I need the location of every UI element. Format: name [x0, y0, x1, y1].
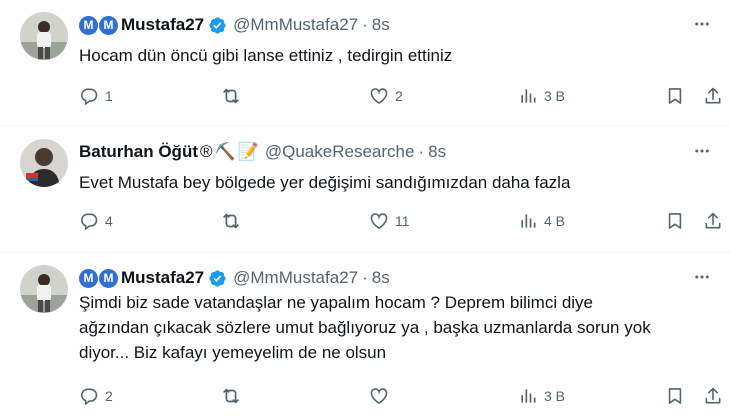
timestamp[interactable]: 8s	[372, 15, 390, 35]
timestamp[interactable]: 8s	[428, 142, 446, 162]
author-name[interactable]: Baturhan Öğüt	[79, 142, 198, 162]
author-handle[interactable]: @QuakeResearche	[265, 142, 415, 162]
reply-icon	[79, 211, 99, 231]
views-icon	[518, 86, 538, 106]
bookmark-button[interactable]	[665, 209, 685, 233]
retweet-button[interactable]	[220, 209, 242, 233]
tweet-text: Evet Mustafa bey bölgede yer değişimi sa…	[79, 173, 571, 192]
tweet[interactable]: M M Mustafa27 @MmMustafa27 · 8s Hocam dü…	[0, 0, 730, 126]
tweet-text-line: Şimdi biz sade vatandaşlar ne yapalım ho…	[79, 293, 594, 312]
share-button[interactable]	[703, 209, 723, 233]
registered-mark: ®	[200, 142, 213, 161]
bookmark-button[interactable]	[665, 384, 685, 408]
bookmark-icon	[665, 86, 685, 106]
like-button[interactable]: 11	[369, 209, 410, 233]
bookmark-button[interactable]	[665, 84, 685, 108]
author-name[interactable]: Mustafa27	[121, 15, 204, 35]
tweet-actions: 2 3 B	[79, 384, 721, 408]
retweet-icon	[220, 210, 242, 232]
pick-emoji: ⛏️	[214, 142, 236, 161]
views-button[interactable]: 4 B	[518, 209, 565, 233]
reply-button[interactable]: 4	[79, 209, 113, 233]
like-count: 2	[395, 88, 403, 104]
profile-badge: M	[79, 268, 98, 288]
author-handle[interactable]: @MmMustafa27	[233, 268, 358, 288]
share-button[interactable]	[703, 84, 723, 108]
reply-count: 4	[105, 213, 113, 229]
reply-count: 1	[105, 88, 113, 104]
reply-button[interactable]: 2	[79, 384, 113, 408]
views-button[interactable]: 3 B	[518, 384, 565, 408]
share-icon	[703, 386, 723, 406]
tweet-text: Şimdi biz sade vatandaşlar ne yapalım ho…	[79, 290, 706, 365]
tweet-text-line: ağzından çıkacak sözlere umut bağlıyoruz…	[79, 318, 651, 337]
retweet-icon	[220, 85, 242, 107]
views-count: 3 B	[544, 388, 566, 404]
views-icon	[518, 211, 538, 231]
views-button[interactable]: 3 B	[518, 84, 565, 108]
avatar[interactable]	[20, 139, 68, 187]
heart-icon	[369, 386, 389, 406]
tweet[interactable]: M M Mustafa27 @MmMustafa27 · 8s Şimdi bi…	[0, 252, 730, 420]
separator: ·	[418, 142, 425, 161]
like-button[interactable]: 2	[369, 84, 403, 108]
author-handle[interactable]: @MmMustafa27	[233, 15, 358, 35]
views-count: 3 B	[544, 88, 566, 104]
separator: ·	[362, 15, 368, 34]
tweet-actions: 4 11 4 B	[79, 209, 721, 233]
more-icon[interactable]	[690, 265, 714, 289]
bookmark-icon	[665, 386, 685, 406]
reply-button[interactable]: 1	[79, 84, 113, 108]
retweet-button[interactable]	[220, 84, 242, 108]
profile-badge: M	[99, 268, 118, 288]
retweet-icon	[220, 385, 242, 407]
like-count: 11	[395, 213, 410, 229]
tweet-text: Hocam dün öncü gibi lanse ettiniz , tedi…	[79, 46, 453, 65]
more-icon[interactable]	[690, 12, 714, 36]
heart-icon	[369, 86, 389, 106]
reply-count: 2	[105, 388, 113, 404]
reply-icon	[79, 386, 99, 406]
tweet[interactable]: Baturhan Öğüt ® ⛏️ 📝 @QuakeResearche · 8…	[0, 126, 730, 252]
avatar[interactable]	[20, 12, 68, 60]
reply-icon	[79, 86, 99, 106]
heart-icon	[369, 211, 389, 231]
separator: ·	[362, 268, 368, 287]
retweet-button[interactable]	[220, 384, 242, 408]
tweet-actions: 1 2 3 B	[79, 84, 721, 108]
like-button[interactable]	[369, 384, 389, 408]
verified-badge-icon	[208, 269, 227, 288]
views-count: 4 B	[544, 213, 566, 229]
share-icon	[703, 86, 723, 106]
share-button[interactable]	[703, 384, 723, 408]
bookmark-icon	[665, 211, 685, 231]
author-name[interactable]: Mustafa27	[121, 268, 204, 288]
profile-badge: M	[79, 15, 98, 35]
avatar[interactable]	[20, 265, 68, 313]
memo-emoji: 📝	[237, 142, 259, 161]
share-icon	[703, 211, 723, 231]
more-icon[interactable]	[690, 139, 714, 163]
timestamp[interactable]: 8s	[372, 268, 390, 288]
profile-badge: M	[99, 15, 118, 35]
views-icon	[518, 386, 538, 406]
verified-badge-icon	[208, 16, 227, 35]
tweet-text-line: diyor... Biz kafayı yemeyelim de ne olsu…	[79, 343, 387, 362]
